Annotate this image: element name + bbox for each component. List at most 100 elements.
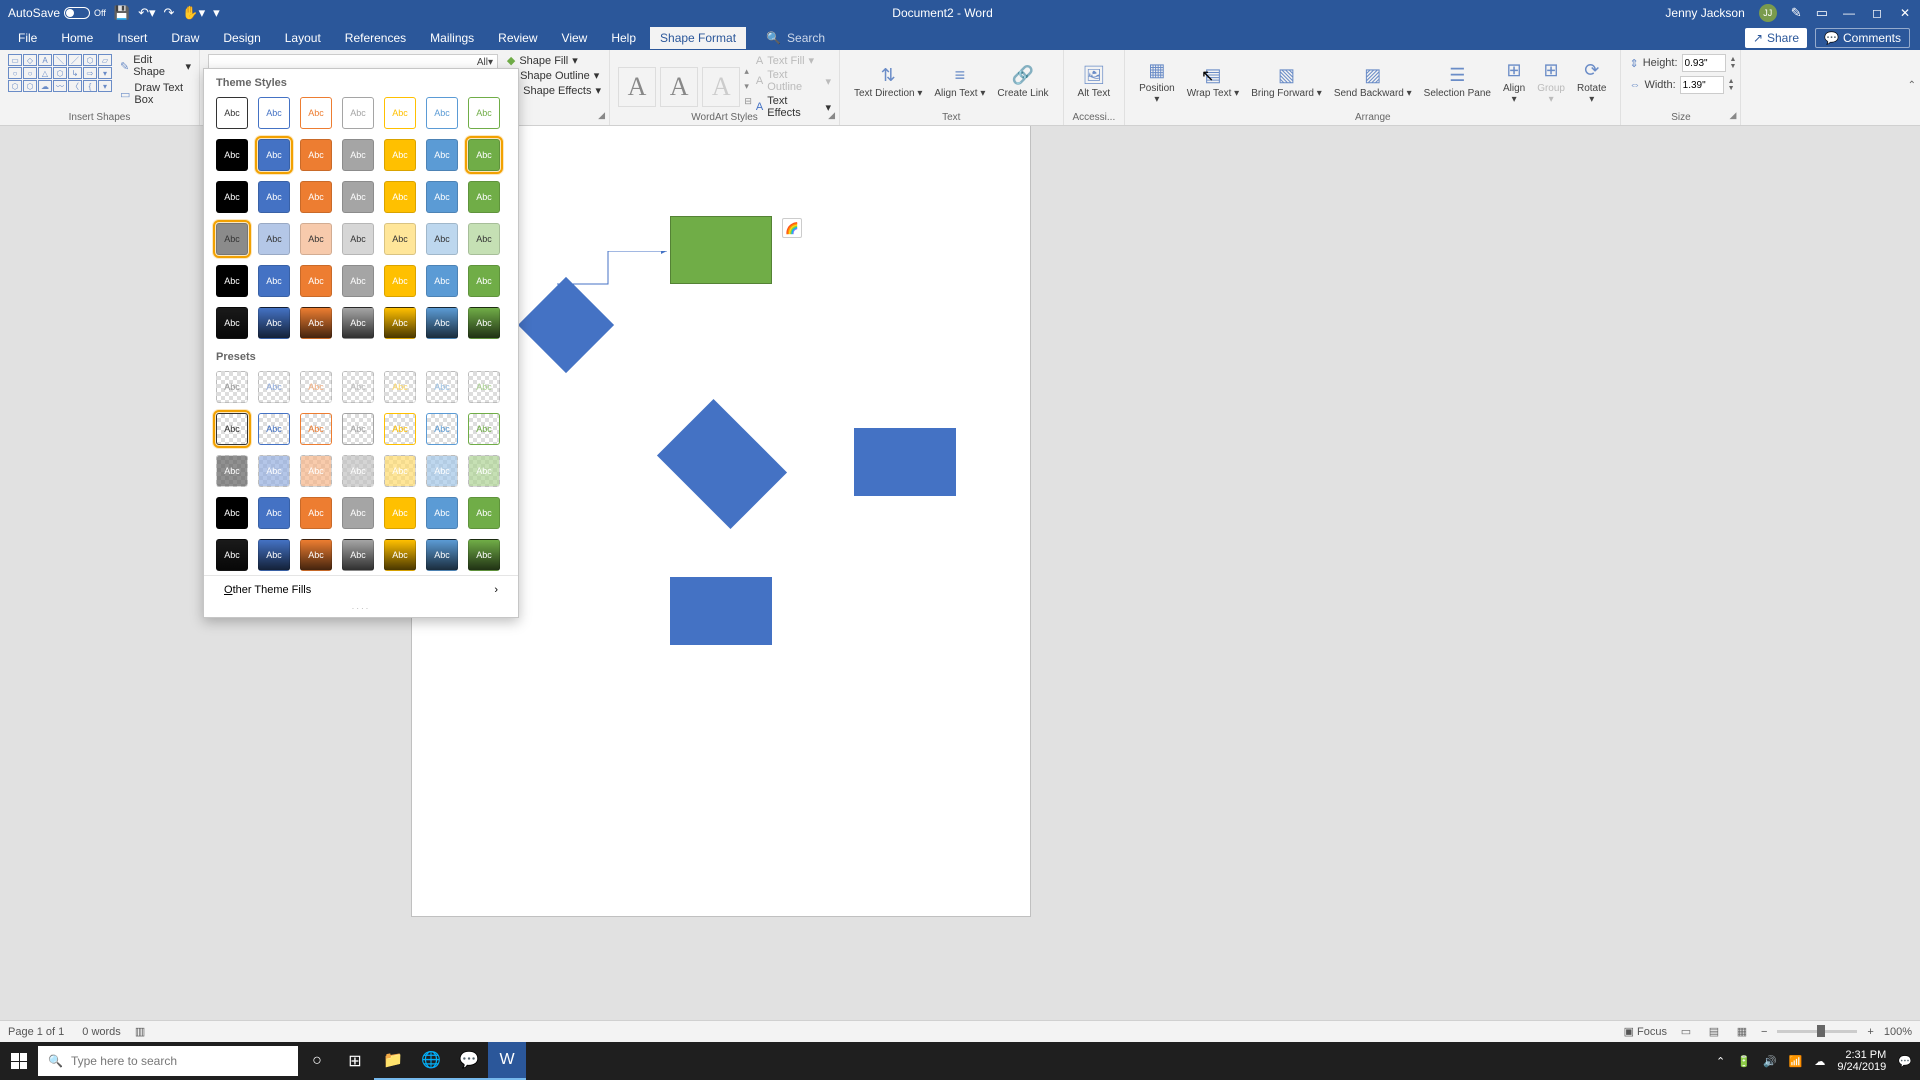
tab-references[interactable]: References <box>335 27 416 49</box>
read-mode-icon[interactable]: ▭ <box>1677 1025 1695 1038</box>
align-text-button[interactable]: ≡Align Text ▾ <box>928 54 991 110</box>
style-swatch[interactable]: Abc <box>426 455 458 487</box>
style-swatch[interactable]: Abc <box>216 455 248 487</box>
notifications-icon[interactable]: 💬 <box>1898 1055 1912 1068</box>
style-swatch[interactable]: Abc <box>258 139 290 171</box>
position-button[interactable]: ▦Position▾ <box>1133 54 1181 110</box>
wifi-icon[interactable]: 📶 <box>1789 1055 1803 1068</box>
word-count[interactable]: 0 words <box>82 1026 121 1038</box>
wordart-launcher[interactable]: ◢ <box>828 110 835 121</box>
style-swatch[interactable]: Abc <box>342 265 374 297</box>
style-swatch[interactable]: Abc <box>384 181 416 213</box>
style-swatch[interactable]: Abc <box>258 455 290 487</box>
style-swatch[interactable]: Abc <box>426 139 458 171</box>
close-button[interactable]: ✕ <box>1898 6 1912 20</box>
style-swatch[interactable]: Abc <box>342 97 374 129</box>
style-swatch[interactable]: Abc <box>342 139 374 171</box>
style-swatch[interactable]: Abc <box>384 497 416 529</box>
style-swatch[interactable]: Abc <box>468 181 500 213</box>
toggle-switch[interactable] <box>64 7 90 19</box>
style-swatch[interactable]: Abc <box>300 223 332 255</box>
style-swatch[interactable]: Abc <box>426 539 458 571</box>
style-swatch[interactable]: Abc <box>258 97 290 129</box>
zoom-in[interactable]: + <box>1867 1026 1873 1038</box>
style-swatch[interactable]: Abc <box>468 413 500 445</box>
style-swatch[interactable]: Abc <box>300 97 332 129</box>
touch-mode-icon[interactable]: ✋▾ <box>182 5 205 21</box>
style-swatch[interactable]: Abc <box>216 97 248 129</box>
edit-shape-button[interactable]: ✎Edit Shape▾ <box>120 54 191 78</box>
wrap-text-button[interactable]: ▤Wrap Text ▾ <box>1181 54 1245 110</box>
tab-insert[interactable]: Insert <box>107 27 157 49</box>
comments-button[interactable]: 💬Comments <box>1815 28 1910 48</box>
print-layout-icon[interactable]: ▤ <box>1705 1025 1723 1038</box>
user-name[interactable]: Jenny Jackson <box>1665 6 1744 20</box>
shape-diamond-2[interactable] <box>657 399 787 529</box>
slack-icon[interactable]: 💬 <box>450 1042 488 1080</box>
style-swatch[interactable]: Abc <box>258 307 290 339</box>
collapse-ribbon-icon[interactable]: ⌃ <box>1908 80 1916 91</box>
tab-view[interactable]: View <box>552 27 598 49</box>
task-view-icon[interactable]: ⊞ <box>336 1042 374 1080</box>
tab-mailings[interactable]: Mailings <box>420 27 484 49</box>
style-swatch[interactable]: Abc <box>426 413 458 445</box>
style-swatch[interactable]: Abc <box>426 181 458 213</box>
web-layout-icon[interactable]: ▦ <box>1733 1025 1751 1038</box>
alt-text-button[interactable]: 🖼Alt Text <box>1072 54 1117 110</box>
style-swatch[interactable]: Abc <box>342 181 374 213</box>
tray-expand-icon[interactable]: ⌃ <box>1716 1055 1725 1068</box>
start-button[interactable] <box>0 1042 38 1080</box>
style-swatch[interactable]: Abc <box>468 139 500 171</box>
style-swatch[interactable]: Abc <box>216 497 248 529</box>
shapes-gallery[interactable]: ▭◇A＼／⬡▱ ○○△⬡↳⇨▾ ⬡⬡☁〰〈{▾ <box>8 54 112 106</box>
style-swatch[interactable]: Abc <box>426 497 458 529</box>
style-swatch[interactable]: Abc <box>384 455 416 487</box>
taskbar-search[interactable]: 🔍Type here to search <box>38 1046 298 1076</box>
style-swatch[interactable]: Abc <box>342 223 374 255</box>
style-swatch[interactable]: Abc <box>468 539 500 571</box>
tab-help[interactable]: Help <box>601 27 646 49</box>
undo-icon[interactable]: ↶▾ <box>138 5 155 21</box>
send-backward-button[interactable]: ▨Send Backward ▾ <box>1328 54 1418 110</box>
style-swatch[interactable]: Abc <box>342 307 374 339</box>
style-swatch[interactable]: Abc <box>468 265 500 297</box>
other-theme-fills-item[interactable]: OOther Theme Fillsther Theme Fills › <box>204 575 518 604</box>
shape-styles-launcher[interactable]: ◢ <box>598 110 605 121</box>
style-swatch[interactable]: Abc <box>426 371 458 403</box>
style-swatch[interactable]: Abc <box>342 497 374 529</box>
zoom-slider[interactable] <box>1777 1030 1857 1033</box>
style-swatch[interactable]: Abc <box>384 223 416 255</box>
style-swatch[interactable]: Abc <box>258 539 290 571</box>
chrome-icon[interactable]: 🌐 <box>412 1042 450 1080</box>
style-swatch[interactable]: Abc <box>216 307 248 339</box>
style-swatch[interactable]: Abc <box>216 539 248 571</box>
style-swatch[interactable]: Abc <box>468 223 500 255</box>
clock[interactable]: 2:31 PM 9/24/2019 <box>1837 1049 1886 1073</box>
wordart-style[interactable]: A <box>702 67 740 107</box>
style-swatch[interactable]: Abc <box>216 265 248 297</box>
battery-icon[interactable]: 🔋 <box>1737 1055 1751 1068</box>
style-swatch[interactable]: Abc <box>384 139 416 171</box>
focus-mode[interactable]: ▣ Focus <box>1624 1025 1667 1038</box>
style-swatch[interactable]: Abc <box>300 371 332 403</box>
spinner-up[interactable]: ▲ <box>1728 78 1735 85</box>
style-swatch[interactable]: Abc <box>384 539 416 571</box>
style-swatch[interactable]: Abc <box>468 497 500 529</box>
spinner-up[interactable]: ▲ <box>1730 56 1737 63</box>
style-swatch[interactable]: Abc <box>216 223 248 255</box>
style-swatch[interactable]: Abc <box>384 413 416 445</box>
cortana-icon[interactable]: ○ <box>298 1042 336 1080</box>
style-swatch[interactable]: Abc <box>384 307 416 339</box>
minimize-button[interactable]: — <box>1842 6 1856 20</box>
onedrive-icon[interactable]: ☁ <box>1814 1055 1825 1068</box>
connector-arrow[interactable] <box>557 251 672 286</box>
style-swatch[interactable]: Abc <box>384 97 416 129</box>
style-swatch[interactable]: Abc <box>258 181 290 213</box>
draw-text-box-button[interactable]: ▭Draw Text Box <box>120 82 191 106</box>
tab-draw[interactable]: Draw <box>161 27 209 49</box>
layout-options-icon[interactable]: 🌈 <box>782 218 802 238</box>
style-swatch[interactable]: Abc <box>258 223 290 255</box>
style-swatch[interactable]: Abc <box>258 497 290 529</box>
shape-rectangle-2[interactable] <box>854 428 956 496</box>
volume-icon[interactable]: 🔊 <box>1763 1055 1777 1068</box>
